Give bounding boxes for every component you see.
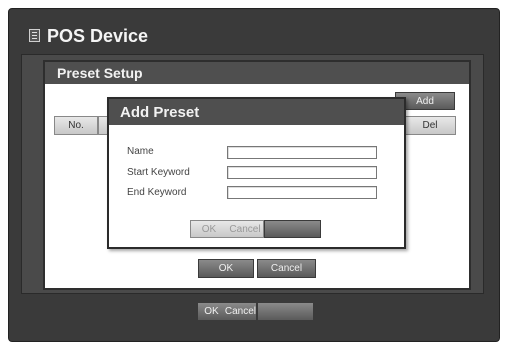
preset-ok-button[interactable]: OK bbox=[198, 259, 254, 278]
dialog-ok-button[interactable]: OK bbox=[191, 221, 227, 237]
footer-ok-button[interactable]: OK bbox=[198, 303, 225, 320]
dialog-button-shadow bbox=[264, 220, 321, 238]
end-keyword-label: End Keyword bbox=[127, 187, 187, 198]
document-icon bbox=[29, 29, 40, 42]
preset-setup-title: Preset Setup bbox=[57, 65, 143, 81]
dialog-cancel-button[interactable]: Cancel bbox=[227, 221, 263, 237]
add-preset-title: Add Preset bbox=[120, 104, 200, 121]
column-header-no: No. bbox=[54, 116, 98, 135]
delete-button[interactable]: Del bbox=[404, 116, 456, 135]
footer-button-group: OK Cancel bbox=[197, 302, 257, 321]
dialog-button-group: OK Cancel bbox=[190, 220, 264, 238]
footer-button-shadow bbox=[257, 302, 314, 321]
start-keyword-label: Start Keyword bbox=[127, 167, 190, 178]
footer-cancel-button[interactable]: Cancel bbox=[225, 303, 256, 320]
preset-cancel-button[interactable]: Cancel bbox=[257, 259, 316, 278]
name-input[interactable] bbox=[227, 146, 377, 159]
window-title: POS Device bbox=[47, 26, 149, 46]
start-keyword-input[interactable] bbox=[227, 166, 377, 179]
name-label: Name bbox=[127, 146, 154, 157]
end-keyword-input[interactable] bbox=[227, 186, 377, 199]
